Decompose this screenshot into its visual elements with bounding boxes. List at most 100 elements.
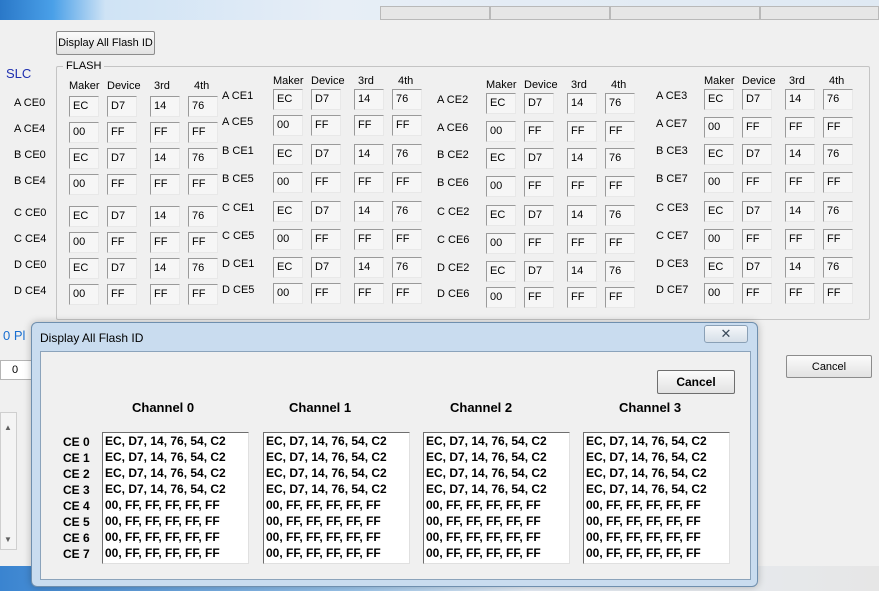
flash-id-field[interactable]: 14 [150,148,180,169]
flash-id-field[interactable]: FF [823,283,853,304]
left-value-field[interactable]: 0 [0,360,32,380]
left-scrollbar[interactable]: ▲ ▼ [0,412,17,550]
flash-id-field[interactable]: 00 [69,174,99,195]
flash-id-field[interactable]: FF [742,172,772,193]
flash-id-field[interactable]: EC [704,144,734,165]
flash-id-field[interactable]: 00 [486,233,516,254]
flash-id-field[interactable]: EC [704,257,734,278]
flash-id-field[interactable]: D7 [107,96,137,117]
flash-id-field[interactable]: FF [354,115,384,136]
flash-id-field[interactable]: D7 [742,257,772,278]
flash-id-field[interactable]: EC [69,96,99,117]
flash-id-field[interactable]: FF [107,284,137,305]
flash-id-field[interactable]: FF [823,229,853,250]
flash-id-field[interactable]: 00 [486,287,516,308]
flash-id-field[interactable]: 76 [605,205,635,226]
flash-id-field[interactable]: 00 [704,172,734,193]
flash-id-field[interactable]: FF [354,229,384,250]
flash-id-field[interactable]: FF [188,284,218,305]
flash-id-field[interactable]: FF [567,176,597,197]
flash-id-field[interactable]: FF [567,287,597,308]
flash-id-field[interactable]: FF [311,229,341,250]
flash-id-field[interactable]: FF [605,233,635,254]
flash-id-field[interactable]: 76 [823,257,853,278]
flash-id-field[interactable]: 76 [392,144,422,165]
flash-id-field[interactable]: 00 [486,121,516,142]
flash-id-field[interactable]: 00 [273,283,303,304]
flash-id-field[interactable]: FF [311,172,341,193]
flash-id-field[interactable]: FF [785,172,815,193]
flash-id-field[interactable]: 76 [823,89,853,110]
flash-id-field[interactable]: 14 [785,201,815,222]
flash-id-field[interactable]: D7 [311,89,341,110]
scroll-down-icon[interactable]: ▼ [4,535,12,544]
flash-id-field[interactable]: FF [188,232,218,253]
flash-id-field[interactable]: 76 [605,148,635,169]
flash-id-field[interactable]: 14 [567,205,597,226]
flash-id-field[interactable]: EC [69,206,99,227]
flash-id-field[interactable]: FF [605,176,635,197]
flash-id-field[interactable]: FF [567,121,597,142]
flash-id-field[interactable]: D7 [742,144,772,165]
flash-id-field[interactable]: 14 [150,206,180,227]
flash-id-field[interactable]: D7 [524,205,554,226]
flash-id-field[interactable]: D7 [742,201,772,222]
flash-id-field[interactable]: 76 [823,201,853,222]
flash-id-field[interactable]: 14 [150,96,180,117]
flash-id-field[interactable]: EC [69,258,99,279]
flash-id-field[interactable]: 76 [605,261,635,282]
flash-id-field[interactable]: FF [524,176,554,197]
flash-id-field[interactable]: D7 [524,93,554,114]
flash-id-field[interactable]: FF [742,229,772,250]
flash-id-field[interactable]: D7 [107,258,137,279]
flash-id-field[interactable]: 14 [785,144,815,165]
flash-id-field[interactable]: EC [273,89,303,110]
flash-id-field[interactable]: FF [150,232,180,253]
flash-id-field[interactable]: EC [486,205,516,226]
flash-id-field[interactable]: D7 [524,261,554,282]
flash-id-field[interactable]: 76 [605,93,635,114]
display-all-flash-id-button[interactable]: Display All Flash ID [56,31,155,55]
flash-id-field[interactable]: EC [704,201,734,222]
flash-id-field[interactable]: 76 [188,148,218,169]
flash-id-field[interactable]: 00 [69,122,99,143]
flash-id-field[interactable]: FF [107,232,137,253]
flash-id-field[interactable]: FF [742,283,772,304]
channel-1-id-box[interactable]: EC, D7, 14, 76, 54, C2 EC, D7, 14, 76, 54… [263,432,410,564]
flash-id-field[interactable]: 14 [785,89,815,110]
flash-id-field[interactable]: EC [273,257,303,278]
flash-id-field[interactable]: D7 [311,201,341,222]
flash-id-field[interactable]: 14 [150,258,180,279]
flash-id-field[interactable]: EC [273,201,303,222]
channel-2-id-box[interactable]: EC, D7, 14, 76, 54, C2 EC, D7, 14, 76, 54… [423,432,570,564]
flash-id-field[interactable]: FF [785,283,815,304]
flash-id-field[interactable]: FF [823,172,853,193]
flash-id-field[interactable]: FF [785,117,815,138]
flash-id-field[interactable]: FF [742,117,772,138]
flash-id-field[interactable]: FF [392,229,422,250]
flash-id-field[interactable]: FF [311,283,341,304]
flash-id-field[interactable]: FF [150,284,180,305]
flash-id-field[interactable]: 00 [69,232,99,253]
flash-id-field[interactable]: EC [486,261,516,282]
flash-id-field[interactable]: 00 [273,115,303,136]
flash-id-field[interactable]: FF [150,122,180,143]
flash-id-field[interactable]: FF [524,233,554,254]
flash-id-field[interactable]: FF [392,172,422,193]
flash-id-field[interactable]: D7 [107,148,137,169]
flash-id-field[interactable]: FF [107,122,137,143]
flash-id-field[interactable]: EC [486,93,516,114]
flash-id-field[interactable]: FF [567,233,597,254]
flash-id-field[interactable]: 14 [567,93,597,114]
flash-id-field[interactable]: 00 [704,229,734,250]
main-cancel-button[interactable]: Cancel [786,355,872,378]
flash-id-field[interactable]: 00 [69,284,99,305]
flash-id-field[interactable]: FF [392,283,422,304]
flash-id-field[interactable]: FF [524,121,554,142]
flash-id-field[interactable]: 00 [486,176,516,197]
flash-id-field[interactable]: EC [486,148,516,169]
dialog-cancel-button[interactable]: Cancel [657,370,735,394]
flash-id-field[interactable]: 00 [704,117,734,138]
flash-id-field[interactable]: FF [354,283,384,304]
flash-id-field[interactable]: 76 [392,89,422,110]
